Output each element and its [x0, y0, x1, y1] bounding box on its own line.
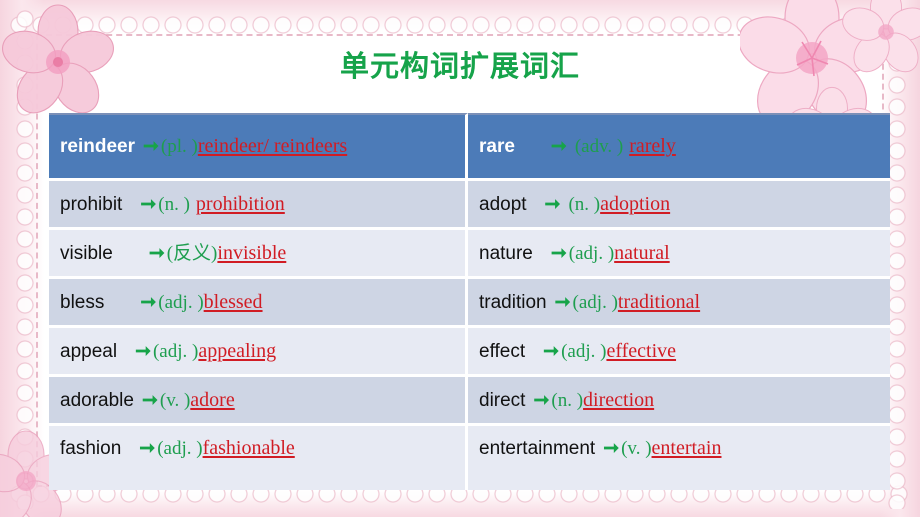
part-of-speech: (adj. ): [152, 340, 199, 362]
table-row: fashion ➞ (adj. )fashionable entertainment…: [49, 426, 890, 490]
arrow-icon: ➞: [550, 242, 567, 264]
arrow-icon: ➞: [140, 193, 157, 215]
part-of-speech: (adv. ): [574, 136, 624, 158]
frame-edge-top: [0, 0, 920, 30]
arrow-icon: ➞: [554, 291, 571, 313]
table-row: reindeer ➞ (pl. )reindeer/ reindeers rare ➞…: [49, 113, 890, 181]
base-word: rare: [479, 136, 515, 158]
base-word: bless: [60, 291, 105, 313]
base-word: adorable: [60, 389, 134, 411]
derived-word: invisible: [217, 241, 287, 264]
derived-word: blessed: [203, 290, 263, 313]
vocab-cell-right: effect ➞ (adj. )effective: [468, 328, 890, 377]
derived-word: fashionable: [202, 437, 295, 459]
part-of-speech: (adj. ): [568, 242, 615, 264]
vocab-cell-right: adopt ➞ (n. )adoption: [468, 181, 890, 230]
arrow-icon: ➞: [603, 438, 620, 459]
vocab-cell-right: direct ➞ (n. )direction: [468, 377, 890, 426]
arrow-icon: ➞: [544, 193, 561, 215]
derived-word: reindeer/ reindeers: [197, 135, 348, 158]
derived-word: traditional: [617, 290, 701, 313]
base-word: appeal: [60, 340, 118, 362]
derived-word: rarely: [629, 135, 676, 158]
arrow-icon: ➞: [543, 340, 560, 362]
derived-word: effective: [606, 339, 677, 362]
part-of-speech: (adj. ): [572, 291, 618, 313]
base-word: nature: [479, 242, 533, 264]
arrow-icon: ➞: [139, 438, 156, 459]
table-row: appeal ➞ (adj. )appealing effect ➞ (adj. )ef…: [49, 328, 890, 377]
derived-word: adore: [190, 388, 235, 411]
part-of-speech: (反义): [166, 242, 218, 264]
arrow-icon: ➞: [148, 242, 165, 264]
base-word: visible: [60, 242, 113, 264]
arrow-icon: ➞: [142, 136, 159, 158]
slide-canvas: 单元构词扩展词汇 reindeer ➞ (pl. )reindeer/ reinde…: [0, 0, 920, 517]
part-of-speech: (n. ): [158, 193, 190, 215]
base-word: adopt: [479, 193, 527, 215]
part-of-speech: (n. ): [551, 389, 584, 411]
vocab-cell-right: rare ➞ (adv. ) rarely: [468, 113, 890, 181]
vocabulary-table: reindeer ➞ (pl. )reindeer/ reindeers rare ➞…: [49, 113, 890, 490]
derived-word: entertain: [651, 437, 722, 459]
part-of-speech: (v. ): [621, 438, 652, 459]
base-word: entertainment: [479, 438, 596, 459]
part-of-speech: (n. ): [568, 193, 601, 215]
vocab-cell-right: nature ➞ (adj. )natural: [468, 230, 890, 279]
base-word: effect: [479, 340, 526, 362]
vocab-cell-left: appeal ➞ (adj. )appealing: [49, 328, 468, 377]
frame-edge-bottom: [0, 491, 920, 517]
lace-trim-top: [8, 14, 912, 36]
derived-word: prohibition: [195, 192, 285, 215]
table-row: bless ➞ (adj. )blessed tradition ➞ (adj. )tr…: [49, 279, 890, 328]
dashed-rule-left: [36, 34, 38, 487]
base-word: fashion: [60, 438, 122, 459]
arrow-icon: ➞: [550, 136, 567, 158]
vocab-cell-left: fashion ➞ (adj. )fashionable: [49, 426, 468, 490]
vocab-cell-left: reindeer ➞ (pl. )reindeer/ reindeers: [49, 113, 468, 181]
vocab-cell-left: adorable ➞ (v. )adore: [49, 377, 468, 426]
page-title: 单元构词扩展词汇: [339, 51, 580, 83]
table-row: visible ➞ (反义)invisible nature ➞ (adj. )natu…: [49, 230, 890, 279]
derived-word: natural: [614, 241, 670, 264]
base-word: prohibit: [60, 193, 123, 215]
vocab-cell-right: tradition ➞ (adj. )traditional: [468, 279, 890, 328]
base-word: direct: [479, 389, 526, 411]
arrow-icon: ➞: [533, 389, 550, 411]
vocab-cell-left: bless ➞ (adj. )blessed: [49, 279, 468, 328]
vocab-cell-right: entertainment ➞ (v. )entertain: [468, 426, 890, 490]
table-row: adorable ➞ (v. )adore direct ➞ (n. )directio…: [49, 377, 890, 426]
part-of-speech: (adj. ): [158, 291, 204, 313]
derived-word: adoption: [600, 192, 671, 215]
base-word: tradition: [479, 291, 547, 313]
arrow-icon: ➞: [141, 389, 158, 411]
vocab-cell-left: prohibit ➞ (n. ) prohibition: [49, 181, 468, 230]
dashed-rule-top: [36, 34, 884, 36]
base-word: reindeer: [60, 136, 135, 158]
arrow-icon: ➞: [135, 340, 151, 362]
table-row: prohibit ➞ (n. ) prohibition adopt ➞ (n. )ado…: [49, 181, 890, 230]
derived-word: direction: [583, 388, 655, 411]
arrow-icon: ➞: [140, 291, 157, 313]
part-of-speech: (pl. ): [160, 136, 198, 158]
part-of-speech: (adj. ): [157, 438, 203, 459]
part-of-speech: (adj. ): [561, 340, 607, 362]
vocab-cell-left: visible ➞ (反义)invisible: [49, 230, 468, 279]
derived-word: appealing: [198, 339, 277, 362]
part-of-speech: (v. ): [159, 389, 191, 411]
